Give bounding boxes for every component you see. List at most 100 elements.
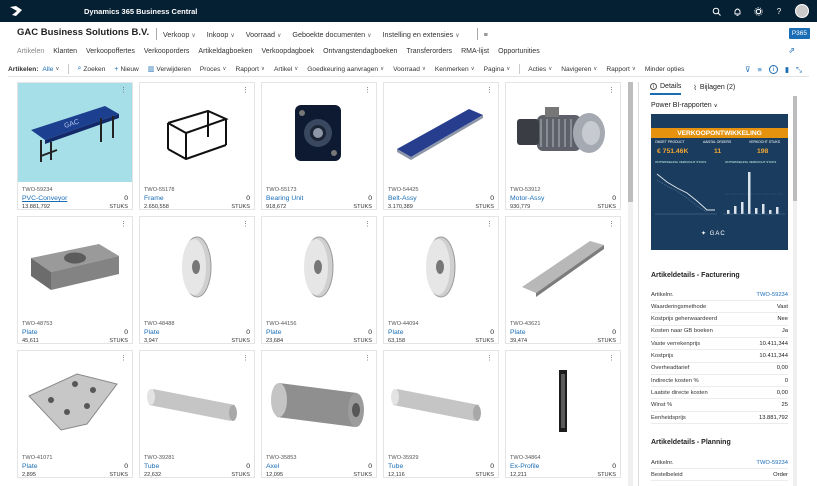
factbox-scrollbar[interactable] bbox=[793, 96, 797, 486]
item-picture[interactable] bbox=[18, 351, 132, 450]
page-menu[interactable]: Pagina ∨ bbox=[484, 66, 511, 73]
item-description[interactable]: Plate bbox=[388, 329, 404, 336]
item-picture[interactable] bbox=[140, 217, 254, 316]
item-tile[interactable]: ⋮ TWO-34864 Ex-Profile 0 12,211 STUKS bbox=[505, 350, 621, 478]
more-options-icon[interactable]: ⋮ bbox=[486, 221, 493, 228]
powerbi-report[interactable]: VERKOOPONTWIKKELING OMZET PRODUCT AANTAL… bbox=[651, 114, 788, 250]
filter-icon[interactable]: ⊽ bbox=[745, 65, 751, 74]
list-view-icon[interactable]: ≡ bbox=[757, 65, 761, 74]
item-tile[interactable]: ⋮ TWO-41071 Plate 0 2,895 STUKS bbox=[17, 350, 133, 478]
item-description[interactable]: Plate bbox=[22, 329, 38, 336]
nav-verkoop[interactable]: Verkoop ∨ bbox=[163, 30, 196, 39]
app-logo-icon[interactable] bbox=[0, 0, 32, 22]
item-description[interactable]: Belt-Assy bbox=[388, 195, 417, 202]
subnav-verkoopdagboek[interactable]: Verkoopdagboek bbox=[262, 48, 315, 55]
inventory-menu[interactable]: Voorraad ∨ bbox=[393, 66, 426, 73]
field-value[interactable]: TWO-59234 bbox=[756, 292, 788, 298]
avatar[interactable] bbox=[795, 4, 809, 18]
item-description[interactable]: Plate bbox=[510, 329, 526, 336]
more-options-icon[interactable]: ⋮ bbox=[608, 87, 615, 94]
item-description[interactable]: Motor-Assy bbox=[510, 195, 544, 202]
item-description[interactable]: Ex-Profile bbox=[510, 463, 539, 470]
item-picture[interactable] bbox=[384, 351, 498, 450]
item-description[interactable]: Plate bbox=[22, 463, 38, 470]
more-options-icon[interactable]: ⋮ bbox=[120, 87, 127, 94]
item-picture[interactable] bbox=[262, 217, 376, 316]
item-picture[interactable] bbox=[262, 351, 376, 450]
item-tile[interactable]: ⋮ TWO-43621 Plate 0 39,474 STUKS bbox=[505, 216, 621, 344]
more-options-icon[interactable]: ⋮ bbox=[242, 87, 249, 94]
gear-icon[interactable] bbox=[753, 6, 763, 16]
more-options-icon[interactable]: ⋮ bbox=[486, 355, 493, 362]
item-tile[interactable]: ⋮ TWO-55173 Bearing Unit 0 918,672 STUKS bbox=[261, 82, 377, 210]
tab-attachments[interactable]: ⌇ Bijlagen (2) bbox=[693, 84, 735, 95]
more-options-icon[interactable]: ⋮ bbox=[608, 221, 615, 228]
item-tile[interactable]: ⋮ TWO-55178 Frame 0 2.650,558 STUKS bbox=[139, 82, 255, 210]
more-options-icon[interactable]: ⋮ bbox=[608, 355, 615, 362]
more-options-icon[interactable]: ⋮ bbox=[486, 87, 493, 94]
item-picture[interactable] bbox=[506, 83, 620, 182]
collapse-icon[interactable]: ⤡ bbox=[796, 65, 802, 75]
factbox-scrollbar-thumb[interactable] bbox=[793, 96, 797, 201]
subnav-verkoopoffertes[interactable]: Verkoopoffertes bbox=[86, 48, 135, 55]
info-icon[interactable]: i bbox=[768, 65, 778, 74]
more-options-icon[interactable]: ⋮ bbox=[364, 221, 371, 228]
item-picture[interactable]: GAC bbox=[18, 83, 132, 182]
tab-details[interactable]: i Details bbox=[650, 83, 682, 95]
actions-menu[interactable]: Acties ∨ bbox=[528, 66, 552, 73]
nav-instelling-extensies[interactable]: Instelling en extensies ∨ bbox=[383, 30, 460, 39]
item-picture[interactable] bbox=[506, 217, 620, 316]
report-menu[interactable]: Rapport ∨ bbox=[235, 66, 265, 73]
subnav-opportunities[interactable]: Opportunities bbox=[498, 48, 540, 55]
item-description[interactable]: PVC-Conveyor bbox=[22, 195, 67, 202]
billing-section-title[interactable]: Artikeldetails - Facturering bbox=[651, 272, 740, 279]
more-options-icon[interactable]: ⋮ bbox=[242, 221, 249, 228]
item-picture[interactable] bbox=[18, 217, 132, 316]
subnav-rma-lijst[interactable]: RMA-lijst bbox=[461, 48, 489, 55]
item-tile[interactable]: GAC ⋮ TWO-59234 PVC-Conveyor 0 13.881,792 STUK… bbox=[17, 82, 133, 210]
attributes-menu[interactable]: Kenmerken ∨ bbox=[435, 66, 475, 73]
item-menu[interactable]: Artikel ∨ bbox=[274, 66, 298, 73]
delete-button[interactable]: ▥ Verwijderen bbox=[148, 65, 191, 74]
subnav-ontvangstendagboeken[interactable]: Ontvangstendagboeken bbox=[323, 48, 397, 55]
navigate-menu[interactable]: Navigeren ∨ bbox=[561, 66, 597, 73]
nav-voorraad[interactable]: Voorraad ∨ bbox=[246, 30, 282, 39]
item-picture[interactable] bbox=[384, 217, 498, 316]
item-tile[interactable]: ⋮ TWO-35853 Axel 0 12,095 STUKS bbox=[261, 350, 377, 478]
item-tile[interactable]: ⋮ TWO-48488 Plate 0 3,947 STUKS bbox=[139, 216, 255, 344]
new-button[interactable]: + Nieuw bbox=[114, 66, 138, 73]
planning-section-title[interactable]: Artikeldetails - Planning bbox=[651, 439, 731, 446]
subnav-artikelen[interactable]: Artikelen bbox=[17, 48, 44, 55]
nav-geboekte-documenten[interactable]: Geboekte documenten ∨ bbox=[292, 30, 371, 39]
item-tile[interactable]: ⋮ TWO-44156 Plate 0 23,684 STUKS bbox=[261, 216, 377, 344]
item-description[interactable]: Tube bbox=[144, 463, 159, 470]
search-button[interactable]: ⌕ Zoeken bbox=[77, 65, 105, 73]
help-icon[interactable]: ? bbox=[774, 6, 784, 16]
fewer-options-button[interactable]: Minder opties bbox=[645, 66, 685, 73]
search-icon[interactable] bbox=[711, 6, 721, 16]
item-tile[interactable]: ⋮ TWO-48753 Plate 0 45,611 STUKS bbox=[17, 216, 133, 344]
nav-inkoop[interactable]: Inkoop ∨ bbox=[207, 30, 235, 39]
subnav-verkooporders[interactable]: Verkooporders bbox=[144, 48, 190, 55]
item-picture[interactable] bbox=[140, 351, 254, 450]
item-description[interactable]: Plate bbox=[144, 329, 160, 336]
grid-scrollbar-thumb[interactable] bbox=[628, 82, 633, 202]
approval-menu[interactable]: Goedkeuring aanvragen ∨ bbox=[307, 66, 384, 73]
subnav-klanten[interactable]: Klanten bbox=[53, 48, 77, 55]
powerbi-section-title[interactable]: Power BI-rapporten ∨ bbox=[651, 102, 718, 109]
item-description[interactable]: Plate bbox=[266, 329, 282, 336]
item-picture[interactable] bbox=[384, 83, 498, 182]
more-options-icon[interactable]: ⋮ bbox=[120, 355, 127, 362]
item-description[interactable]: Axel bbox=[266, 463, 279, 470]
company-name[interactable]: GAC Business Solutions B.V. bbox=[17, 27, 149, 38]
menu-icon[interactable]: ≡ bbox=[484, 30, 488, 39]
item-tile[interactable]: ⋮ TWO-39281 Tube 0 22,632 STUKS bbox=[139, 350, 255, 478]
view-filter[interactable]: Artikelen: Alle ∨ bbox=[8, 66, 59, 73]
process-menu[interactable]: Proces ∨ bbox=[200, 66, 227, 73]
bookmark-icon[interactable]: ▮ bbox=[785, 65, 789, 74]
item-tile[interactable]: ⋮ TWO-35929 Tube 0 12,116 STUKS bbox=[383, 350, 499, 478]
item-description[interactable]: Tube bbox=[388, 463, 403, 470]
item-tile[interactable]: ⋮ TWO-54425 Belt-Assy 0 3.170,389 STUKS bbox=[383, 82, 499, 210]
subnav-artikeldagboeken[interactable]: Artikeldagboeken bbox=[198, 48, 252, 55]
item-picture[interactable] bbox=[506, 351, 620, 450]
